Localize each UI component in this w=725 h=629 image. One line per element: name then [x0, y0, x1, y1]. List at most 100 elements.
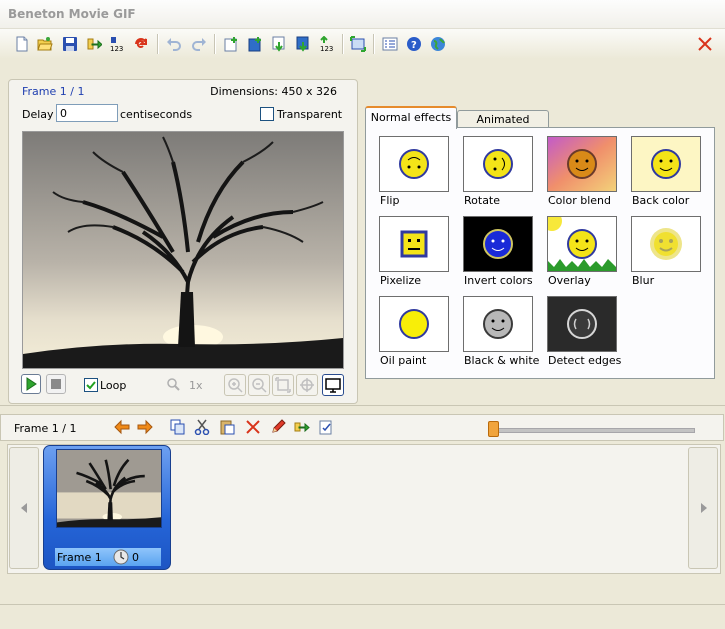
effect-invert-colors[interactable]: Invert colors [463, 216, 533, 287]
clock-icon [113, 549, 129, 568]
toolbar-separator [373, 34, 375, 54]
loop-label: Loop [100, 379, 127, 392]
rotate-preview [463, 136, 533, 192]
zoom-icon [166, 377, 180, 394]
frame-indicator: Frame 1 / 1 [22, 85, 85, 98]
pixelize-preview [379, 216, 449, 272]
effect-label: Rotate [464, 194, 501, 207]
effect-label: Flip [380, 194, 400, 207]
properties-check-icon[interactable] [318, 419, 334, 435]
scroll-left-button[interactable] [9, 447, 39, 569]
effect-label: Back color [632, 194, 690, 207]
new-icon[interactable] [13, 35, 31, 53]
scroll-right-button[interactable] [688, 447, 718, 569]
effect-label: Detect edges [548, 354, 622, 367]
edit-icon[interactable] [270, 419, 286, 435]
actual-size-button[interactable] [296, 374, 318, 396]
previous-frame-icon[interactable] [114, 419, 130, 435]
import-icon[interactable] [294, 35, 312, 53]
copy-icon[interactable] [170, 419, 186, 435]
svg-text:123: 123 [110, 45, 123, 52]
zoom-in-button[interactable] [224, 374, 246, 396]
effect-label: Pixelize [380, 274, 422, 287]
web-icon[interactable] [429, 35, 447, 53]
save-icon[interactable] [61, 35, 79, 53]
svg-text:123: 123 [320, 45, 333, 52]
strip-frame-indicator: Frame 1 / 1 [14, 422, 77, 435]
add-frame-icon[interactable] [222, 35, 240, 53]
undo-icon[interactable] [165, 35, 183, 53]
paste-icon[interactable] [219, 419, 235, 435]
zoom-level: 1x [189, 379, 203, 392]
tab-normal-effects[interactable]: Normal effects [365, 106, 457, 129]
frame-slider-track[interactable] [490, 428, 695, 433]
numbered-export-icon[interactable]: 123 [108, 35, 126, 53]
export-icon[interactable] [85, 35, 103, 53]
black-white-preview [463, 296, 533, 352]
resize-icon[interactable] [349, 35, 367, 53]
open-icon[interactable] [36, 35, 54, 53]
transparent-label: Transparent [277, 108, 343, 121]
effect-label: Invert colors [464, 274, 533, 287]
effect-color-blend[interactable]: Color blend [547, 136, 617, 207]
export-frame-icon[interactable] [294, 419, 310, 435]
numbered-import-icon[interactable]: 123 [318, 35, 336, 53]
cut-icon[interactable] [194, 419, 210, 435]
invert-colors-preview [463, 216, 533, 272]
flip-preview [379, 136, 449, 192]
effect-label: Oil paint [380, 354, 427, 367]
blur-preview [631, 216, 701, 272]
stop-button[interactable] [46, 374, 66, 394]
frame-slider-thumb[interactable] [488, 421, 499, 437]
properties-icon[interactable] [381, 35, 399, 53]
play-button[interactable] [21, 374, 41, 394]
divider [0, 405, 725, 406]
toolbar-separator [342, 34, 344, 54]
tab-animated-effects[interactable]: Animated effects [457, 110, 549, 143]
effect-label: Overlay [548, 274, 591, 287]
frame-delay: 0 [132, 551, 139, 564]
effect-label: Color blend [548, 194, 611, 207]
close-icon[interactable] [696, 35, 714, 53]
fit-button[interactable] [272, 374, 294, 396]
color-blend-preview [547, 136, 617, 192]
transparent-checkbox[interactable] [260, 107, 274, 121]
help-icon[interactable]: ? [405, 35, 423, 53]
insert-frame-icon[interactable] [246, 35, 264, 53]
app-title: Beneton Movie GIF [8, 7, 136, 21]
effect-overlay[interactable]: Overlay [547, 216, 617, 287]
redo-icon[interactable] [190, 35, 208, 53]
frame-preview-image [22, 131, 344, 369]
oil-paint-preview [379, 296, 449, 352]
frame-name: Frame 1 [57, 551, 102, 564]
frame-thumbnail [56, 449, 162, 528]
effect-back-color[interactable]: Back color [631, 136, 701, 207]
dimensions-label: Dimensions: 450 x 326 [210, 85, 337, 98]
back-color-preview [631, 136, 701, 192]
effect-label: Blur [632, 274, 655, 287]
effect-pixelize[interactable]: Pixelize [379, 216, 449, 287]
effect-rotate[interactable]: Rotate [463, 136, 533, 207]
frame-down-icon[interactable] [270, 35, 288, 53]
loop-checkbox[interactable] [84, 378, 98, 392]
next-frame-icon[interactable] [137, 419, 153, 435]
status-bar [0, 604, 725, 629]
delay-units-label: centiseconds [120, 108, 193, 121]
toolbar-separator [157, 34, 159, 54]
svg-text:?: ? [411, 40, 417, 51]
overlay-preview [547, 216, 617, 272]
delay-label: Delay [22, 108, 54, 121]
delete-icon[interactable] [245, 419, 261, 435]
delay-input[interactable] [56, 104, 118, 122]
detect-edges-preview [547, 296, 617, 352]
effect-detect-edges[interactable]: Detect edges [547, 296, 621, 367]
zoom-out-button[interactable] [248, 374, 270, 396]
toolbar-separator [214, 34, 216, 54]
effect-label: Black & white [464, 354, 540, 367]
reverse-icon[interactable] [132, 35, 150, 53]
effect-black-white[interactable]: Black & white [463, 296, 539, 367]
effect-oil-paint[interactable]: Oil paint [379, 296, 449, 367]
effect-blur[interactable]: Blur [631, 216, 701, 287]
display-mode-button[interactable] [322, 374, 344, 396]
effect-flip[interactable]: Flip [379, 136, 449, 207]
